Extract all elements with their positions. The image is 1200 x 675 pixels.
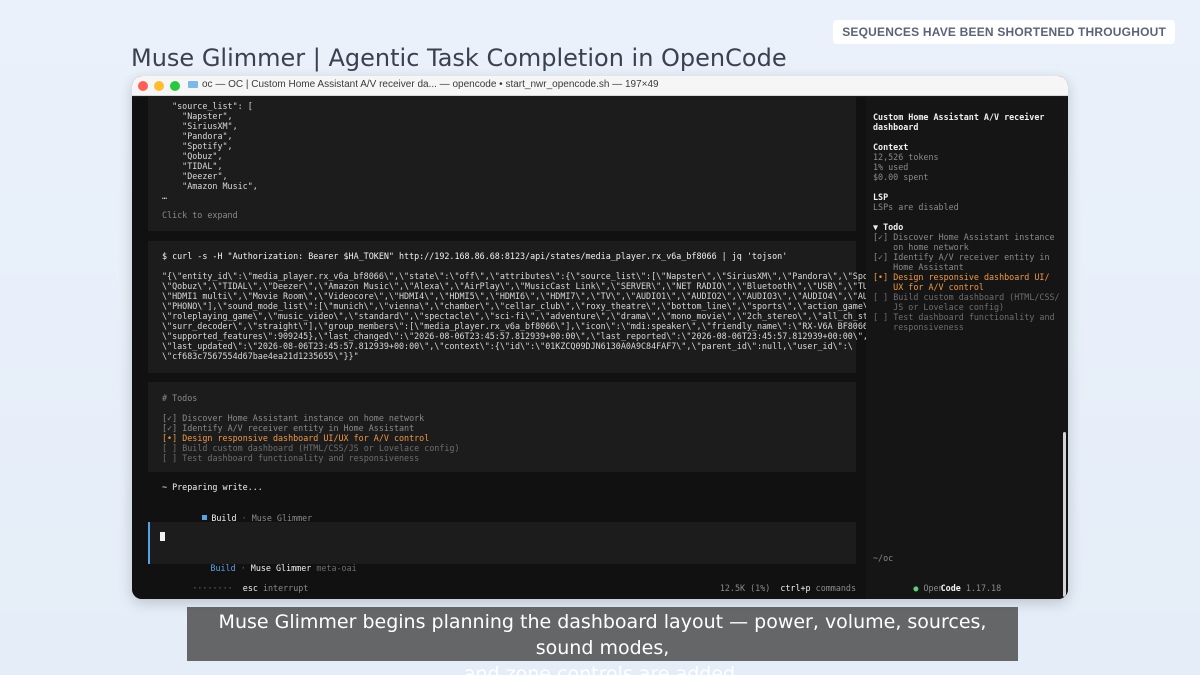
context-used: 1% used xyxy=(873,162,909,172)
lsp-status: LSPs are disabled xyxy=(873,202,959,212)
caption-subtitle: Muse Glimmer begins planning the dashboa… xyxy=(187,607,1018,675)
todo-item: [ ] Build custom dashboard (HTML/CSS/JS … xyxy=(162,443,460,453)
todos-heading: # Todos xyxy=(162,393,198,403)
todos-list: [✓] Discover Home Assistant instance on … xyxy=(162,413,842,463)
build-square-icon xyxy=(202,515,208,520)
sidebar-todo-item: [ ] Build custom dashboard (HTML/CSS/ JS… xyxy=(873,292,1060,312)
sidebar-todo-item: [✓] Identify A/V receiver entity in Home… xyxy=(873,252,1050,272)
sidebar-todo-list: [✓] Discover Home Assistant instance on … xyxy=(873,232,1060,332)
todos-block: # Todos [✓] Discover Home Assistant inst… xyxy=(148,382,856,472)
footer-left: ········ esc interrupt xyxy=(192,583,309,593)
sidebar: Custom Home Assistant A/V receiver dashb… xyxy=(866,97,1068,599)
spinner: ········ xyxy=(192,583,233,593)
window-titlebar[interactable]: oc — OC | Custom Home Assistant A/V rece… xyxy=(132,76,1068,96)
zoom-window-button[interactable] xyxy=(170,80,180,91)
scrollbar[interactable] xyxy=(1063,432,1066,597)
shortened-notice-badge: SEQUENCES HAVE BEEN SHORTENED THROUGHOUT xyxy=(833,20,1175,44)
footer-right: 12.5K (1%) ctrl+p commands xyxy=(719,583,856,593)
prompt-input-area[interactable]: Build · Muse Glimmer meta-oai xyxy=(148,522,856,573)
source-list-block: "source_list": [ "Napster", "SiriusXM", … xyxy=(148,97,856,231)
context-spent: $0.00 spent xyxy=(873,172,929,182)
window-title-text: oc — OC | Custom Home Assistant A/V rece… xyxy=(202,79,659,90)
minimize-window-button[interactable] xyxy=(154,80,164,91)
sidebar-todo-item: [✓] Discover Home Assistant instance on … xyxy=(873,232,1055,252)
brand-code: Code xyxy=(940,583,961,593)
todo-toggle[interactable]: ▼ Todo xyxy=(873,222,903,232)
todo-item: [✓] Discover Home Assistant instance on … xyxy=(162,413,425,423)
lsp-heading: LSP xyxy=(873,192,889,202)
window-title: oc — OC | Custom Home Assistant A/V rece… xyxy=(188,79,659,90)
todo-item: [ ] Test dashboard functionality and res… xyxy=(162,453,420,463)
folder-icon xyxy=(188,81,198,88)
terminal-window: oc — OC | Custom Home Assistant A/V rece… xyxy=(132,76,1068,599)
sidebar-todo-item: [ ] Test dashboard functionality and res… xyxy=(873,312,1055,332)
commands-shortcut[interactable]: ctrl+p xyxy=(780,583,810,593)
todo-item: [✓] Identify A/V receiver entity in Home… xyxy=(162,423,415,433)
terminal-content[interactable]: "source_list": [ "Napster", "SiriusXM", … xyxy=(132,97,1068,599)
text-cursor xyxy=(160,532,846,543)
todo-item-active: [•] Design responsive dashboard UI/UX fo… xyxy=(162,433,430,443)
curl-output: "{\"entity_id\":\"media_player.rx_v6a_bf… xyxy=(162,271,909,361)
context-tokens: 12,526 tokens xyxy=(873,152,939,162)
model-selector[interactable]: Muse Glimmer xyxy=(251,563,312,573)
source-list-output: "source_list": [ "Napster", "SiriusXM", … xyxy=(162,101,258,201)
page-title: Muse Glimmer | Agentic Task Completion i… xyxy=(131,44,787,72)
token-usage: 12.5K (1%) xyxy=(719,583,771,593)
session-title: Custom Home Assistant A/V receiver dashb… xyxy=(873,112,1045,132)
context-heading: Context xyxy=(873,142,909,152)
main-pane: "source_list": [ "Napster", "SiriusXM", … xyxy=(138,97,909,599)
esc-key[interactable]: esc xyxy=(243,583,258,593)
curl-command-block: $ curl -s -H "Authorization: Bearer $HA_… xyxy=(148,241,909,373)
curl-command: $ curl -s -H "Authorization: Bearer $HA_… xyxy=(162,251,788,261)
click-to-expand-link[interactable]: Click to expand xyxy=(162,210,842,220)
opencode-version: ● OpenCode 1.17.18 xyxy=(913,583,1002,593)
working-directory: ~/oc xyxy=(873,553,894,563)
mode-selector[interactable]: Build xyxy=(210,563,235,573)
sidebar-todo-item-active: [•] Design responsive dashboard UI/ UX f… xyxy=(873,272,1050,292)
preparing-write-status: ~ Preparing write... xyxy=(162,482,263,492)
status-dot-icon: ● xyxy=(913,583,919,593)
close-window-button[interactable] xyxy=(138,80,148,91)
